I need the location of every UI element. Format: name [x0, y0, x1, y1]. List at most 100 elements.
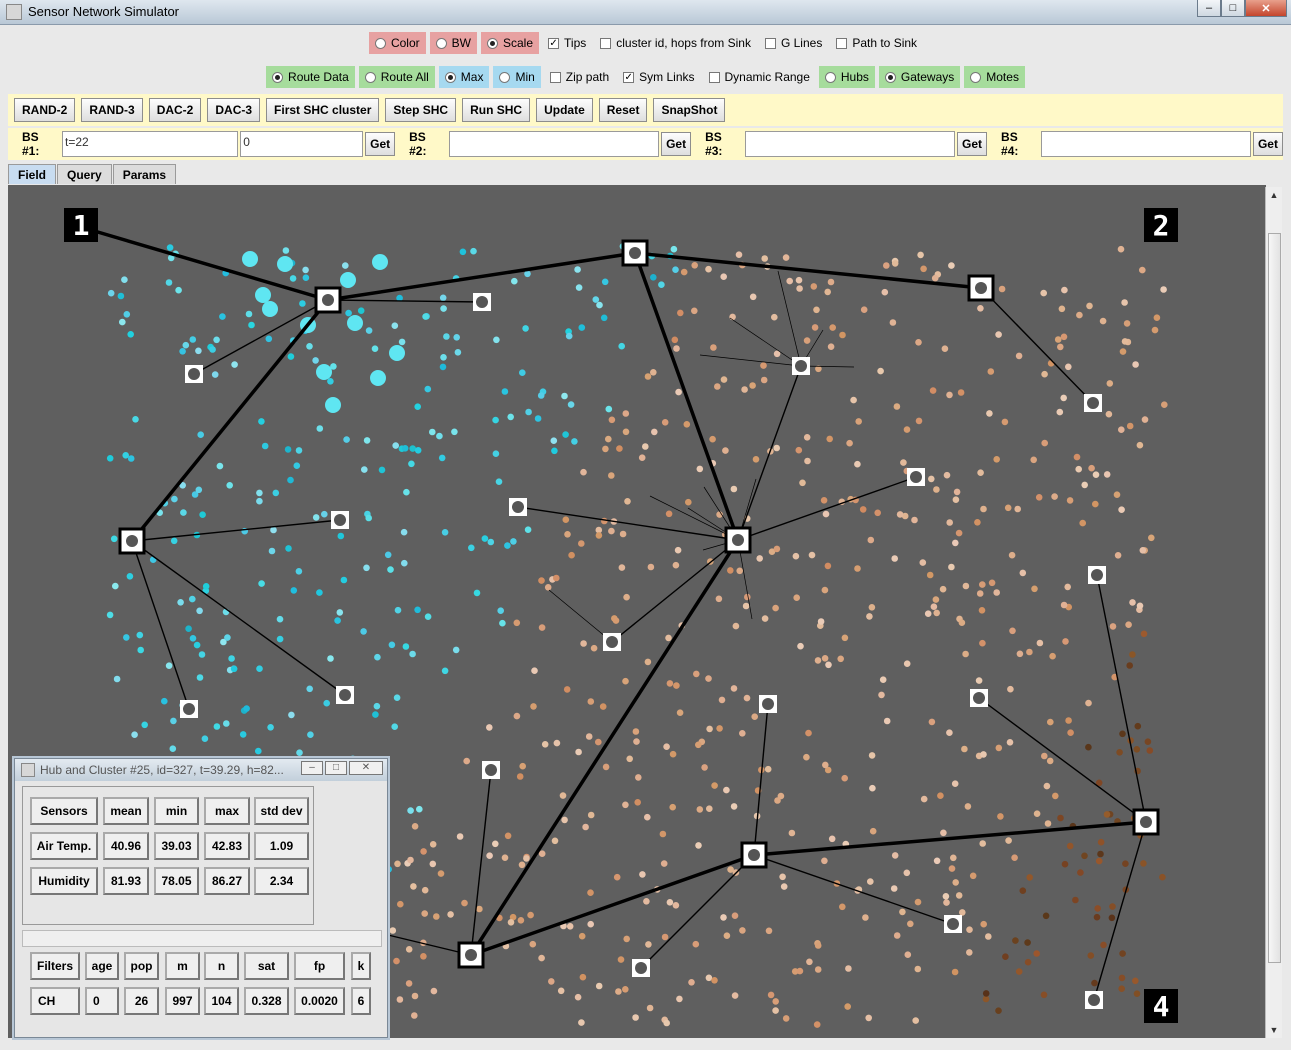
bs4-get-button[interactable]: Get: [1252, 132, 1283, 156]
sensor-mote: [461, 899, 468, 907]
filters-value-n[interactable]: 104: [204, 987, 239, 1015]
option-gateways[interactable]: Gateways: [878, 66, 961, 88]
scale-radio[interactable]: [486, 37, 498, 49]
sensor-mote: [561, 392, 568, 400]
sensor-mote: [749, 382, 756, 389]
scroll-thumb[interactable]: [1268, 233, 1281, 963]
tab-query[interactable]: Query: [57, 164, 112, 184]
sensor-mote: [718, 696, 726, 704]
option-tips[interactable]: ✓ Tips: [548, 36, 586, 50]
bs3-label: BS #3:: [705, 130, 723, 158]
zip-path-checkbox[interactable]: [549, 71, 561, 83]
sensor-mote: [454, 349, 462, 356]
sensor-hotspot: [372, 254, 388, 270]
sensor-mote: [799, 479, 806, 487]
tab-field[interactable]: Field: [8, 164, 57, 184]
field-vertical-scrollbar[interactable]: ▲ ▼: [1265, 187, 1282, 1038]
option-bw[interactable]: BW: [429, 32, 477, 54]
dac-3-button[interactable]: DAC-3: [207, 98, 261, 122]
first-shc-cluster-button[interactable]: First SHC cluster: [266, 98, 380, 122]
max-radio[interactable]: [444, 71, 456, 83]
filters-value-pop[interactable]: 26: [124, 987, 159, 1015]
sensor-hotspot: [242, 251, 258, 267]
g-lines-checkbox[interactable]: [764, 37, 776, 49]
cluster-id-checkbox[interactable]: [600, 37, 612, 49]
filters-value-sat[interactable]: 0.328: [244, 987, 289, 1015]
sensor-mote: [865, 1014, 872, 1022]
sensor-mote: [127, 331, 134, 338]
maximize-button[interactable]: □: [1221, 0, 1245, 17]
step-shc-button[interactable]: Step SHC: [385, 98, 457, 122]
filters-value-fp[interactable]: 0.0020: [294, 987, 345, 1015]
sensor-mote: [492, 840, 499, 848]
option-route-all[interactable]: Route All: [358, 66, 435, 88]
filters-value-k[interactable]: 6: [351, 987, 371, 1015]
motes-radio[interactable]: [970, 71, 982, 83]
route-data-radio[interactable]: [272, 71, 284, 83]
hubs-radio[interactable]: [824, 71, 836, 83]
tips-checkbox[interactable]: ✓: [548, 37, 560, 49]
filters-value-ch[interactable]: CH: [30, 987, 80, 1015]
option-scale[interactable]: Scale: [480, 32, 540, 54]
sensor-mote: [295, 568, 303, 575]
base-station-4-marker[interactable]: 4: [1144, 989, 1178, 1023]
routing-options-row: Route Data Route All Max Min Zip path ✓ …: [8, 64, 1283, 90]
bs2-get-button[interactable]: Get: [661, 132, 692, 156]
sensor-mote: [930, 603, 938, 610]
popup-close-button[interactable]: ✕: [349, 761, 383, 775]
popup-minimize-button[interactable]: –: [301, 761, 323, 775]
bs3-query-field[interactable]: [745, 131, 956, 157]
sensor-mote: [401, 445, 409, 452]
color-radio[interactable]: [374, 37, 386, 49]
sensor-mote: [866, 613, 873, 620]
bs1-query-field[interactable]: t=22: [61, 131, 239, 157]
gateways-radio[interactable]: [884, 71, 896, 83]
run-shc-button[interactable]: Run SHC: [462, 98, 531, 122]
popup-maximize-button[interactable]: □: [325, 761, 347, 775]
sensor-mote: [565, 332, 573, 340]
bs1-get-button[interactable]: Get: [365, 132, 396, 156]
dac-2-button[interactable]: DAC-2: [148, 98, 202, 122]
option-g-lines[interactable]: G Lines: [764, 36, 822, 50]
option-route-data[interactable]: Route Data: [266, 66, 355, 88]
option-zip-path[interactable]: Zip path: [549, 70, 609, 84]
scroll-up-arrow[interactable]: ▲: [1266, 187, 1282, 203]
filters-value-m[interactable]: 997: [165, 987, 200, 1015]
sensor-mote: [1006, 739, 1014, 746]
option-motes[interactable]: Motes: [964, 66, 1025, 88]
option-hubs[interactable]: Hubs: [818, 66, 875, 88]
rand-3-button[interactable]: RAND-3: [81, 98, 143, 122]
option-min[interactable]: Min: [493, 66, 541, 88]
minimize-button[interactable]: –: [1197, 0, 1221, 17]
rand-2-button[interactable]: RAND-2: [14, 98, 76, 122]
sym-links-checkbox[interactable]: ✓: [623, 71, 635, 83]
min-radio[interactable]: [499, 71, 511, 83]
sensor-mote: [926, 571, 934, 579]
option-dynamic-range[interactable]: Dynamic Range: [708, 70, 810, 84]
reset-button[interactable]: Reset: [598, 98, 648, 122]
route-all-radio[interactable]: [364, 71, 376, 83]
base-station-2-marker[interactable]: 2: [1144, 208, 1178, 242]
path-to-sink-checkbox[interactable]: [836, 37, 848, 49]
scroll-down-arrow[interactable]: ▼: [1266, 1022, 1282, 1038]
bs1-value-field[interactable]: 0: [240, 131, 364, 157]
base-station-1-marker[interactable]: 1: [64, 208, 98, 242]
update-button[interactable]: Update: [536, 98, 593, 122]
sensor-mote: [639, 871, 646, 878]
close-button[interactable]: ✕: [1245, 0, 1287, 17]
snapshot-button[interactable]: SnapShot: [653, 98, 726, 122]
tab-params[interactable]: Params: [112, 164, 177, 184]
option-max[interactable]: Max: [438, 66, 490, 88]
sensor-mote: [650, 274, 657, 281]
bw-radio[interactable]: [435, 37, 447, 49]
option-color[interactable]: Color: [368, 32, 426, 54]
option-sym-links[interactable]: ✓ Sym Links: [623, 70, 695, 84]
option-cluster-id[interactable]: cluster id, hops from Sink: [600, 36, 751, 50]
option-path-to-sink[interactable]: Path to Sink: [836, 36, 917, 50]
filters-value-age[interactable]: 0: [85, 987, 119, 1015]
sensor-mote: [1121, 338, 1129, 345]
bs4-query-field[interactable]: [1041, 131, 1251, 157]
dynamic-range-checkbox[interactable]: [708, 71, 720, 83]
bs3-get-button[interactable]: Get: [957, 132, 988, 156]
bs2-query-field[interactable]: [449, 131, 660, 157]
